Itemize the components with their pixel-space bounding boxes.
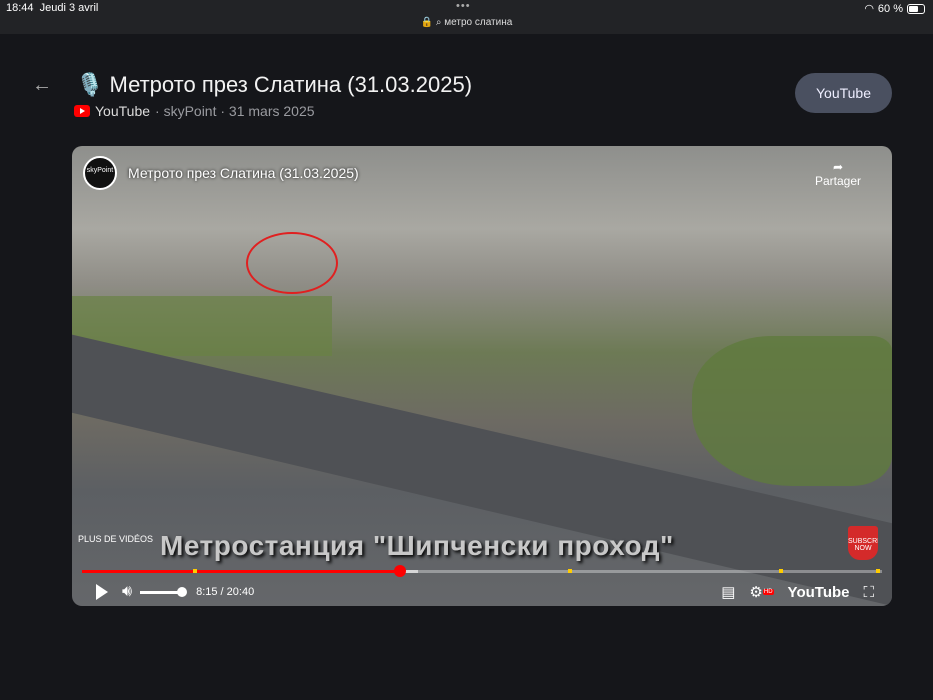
lock-icon: 🔒	[420, 17, 434, 28]
volume-icon[interactable]: 🔊︎	[122, 583, 132, 601]
status-time: 18:44 Jeudi 3 avril	[6, 2, 99, 14]
video-frame-greenery	[692, 336, 892, 486]
youtube-logo-icon	[74, 105, 90, 117]
battery-icon	[907, 3, 925, 14]
volume-slider[interactable]	[140, 586, 188, 597]
chapter-marker	[193, 569, 197, 573]
player-controls: 🔊︎ 8:15 / 20:40 ▤ ⚙ HD YouTube ⛶	[72, 578, 892, 606]
search-icon: ⌕	[435, 17, 442, 28]
subscribe-badge[interactable]: SUBSCRIBE NOW	[848, 526, 878, 560]
share-button[interactable]: ➦ Partager	[810, 160, 866, 240]
chapter-marker	[779, 569, 783, 573]
multitask-dots[interactable]: •••	[456, 0, 471, 12]
video-meta: YouTube · skyPoint · 31 mars 2025	[74, 103, 315, 119]
time-display: 8:15 / 20:40	[196, 586, 255, 598]
chapter-marker	[876, 569, 880, 573]
back-button[interactable]: ←	[32, 74, 52, 97]
video-caption: Метростанция "Шипченски проход"	[160, 530, 674, 561]
more-videos-button[interactable]: PLUS DE VIDÉOS	[78, 534, 153, 544]
status-bar: 18:44 Jeudi 3 avril ••• 🔒 ⌕ метро слатин…	[0, 0, 933, 34]
channel-avatar[interactable]: skyPoint	[83, 156, 117, 190]
captions-icon[interactable]: ▤	[721, 583, 735, 601]
progress-bar[interactable]	[82, 565, 882, 577]
scrubber-handle[interactable]	[394, 565, 407, 577]
watermark-balloon	[812, 182, 864, 240]
settings-gear-icon[interactable]: ⚙ HD	[749, 583, 774, 601]
video-title[interactable]: Метрото през Слатина (31.03.2025)	[128, 165, 359, 181]
play-icon[interactable]	[96, 584, 108, 600]
played-bar	[82, 570, 401, 573]
fullscreen-icon[interactable]: ⛶	[863, 584, 874, 601]
video-player[interactable]: skyPoint Метрото през Слатина (31.03.202…	[72, 146, 892, 606]
red-circle-annotation	[246, 232, 338, 294]
url-bar[interactable]: 🔒 ⌕ метро слатина	[0, 17, 933, 28]
wifi-icon: ◠	[864, 3, 874, 15]
chapter-marker	[568, 569, 572, 573]
page-title: 🎙️ Метрото през Слатина (31.03.2025)	[76, 72, 473, 97]
share-icon: ➦	[832, 160, 844, 174]
open-in-youtube-button[interactable]: YouTube	[795, 73, 892, 113]
battery-percent: 60 %	[877, 2, 903, 15]
youtube-watermark-button[interactable]: YouTube	[788, 584, 850, 601]
